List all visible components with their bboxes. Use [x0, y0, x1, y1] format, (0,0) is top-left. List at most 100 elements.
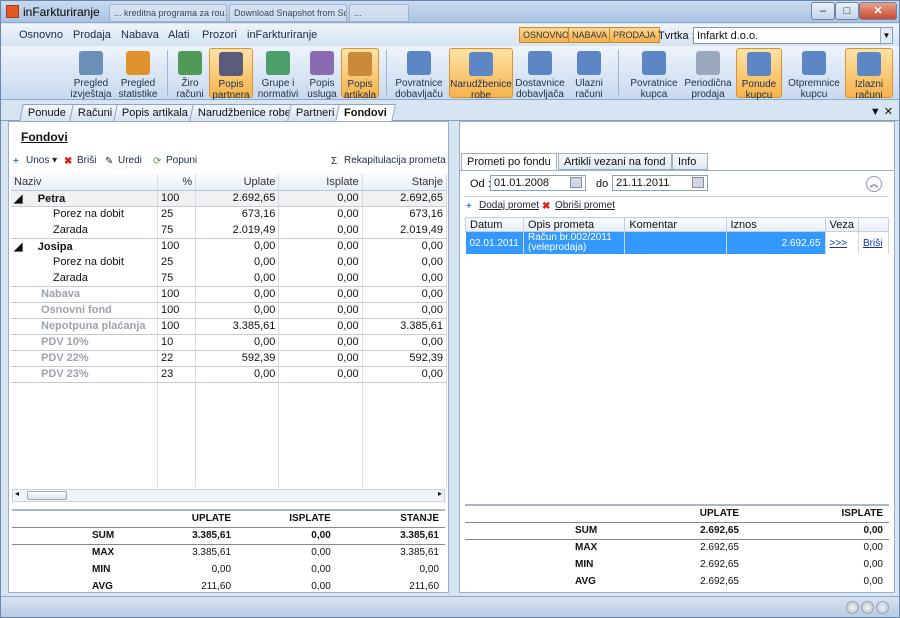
menu-alati[interactable]: Alati — [168, 29, 189, 41]
tab-ponude[interactable]: Ponude — [19, 104, 75, 121]
pregled-statistike-button[interactable]: Pregled statistike — [115, 48, 161, 100]
ulazni-racuni-button[interactable]: Ulazni računi — [569, 48, 609, 100]
ribbon-separator — [618, 50, 619, 96]
ponude-kupcu-button[interactable]: Ponude kupcu — [736, 48, 782, 101]
brisi-link[interactable]: Briši — [858, 231, 889, 254]
mode-nabava-button[interactable]: NABAVA — [568, 27, 612, 43]
collapse-icon[interactable]: ◢ — [14, 193, 22, 205]
summary-row: AVG 2.692,65 0,00 — [575, 576, 883, 587]
summary-row: SUM 3.385,61 0,00 3.385,61 — [12, 527, 445, 544]
tab-prometi-po-fondu[interactable]: Prometi po fondu — [461, 153, 557, 171]
tab-narudzbenice-robe[interactable]: Narudžbenice robe — [189, 104, 300, 121]
ziro-racuni-button[interactable]: Žiro računi — [173, 48, 207, 100]
table-row[interactable]: 02.01.2011 Račun br.002/2011 (veleprodaja… — [465, 231, 889, 254]
table-row[interactable]: Nepotpuna plaćanja 100 3.385,61 0,00 3.385,6… — [11, 318, 448, 335]
tab-popis-artikala[interactable]: Popis artikala — [113, 104, 197, 121]
chevron-down-icon[interactable]: ▼ — [870, 106, 881, 118]
background-window-tab[interactable]: ... — [349, 4, 409, 22]
veza-link[interactable]: >>> — [825, 231, 860, 254]
povratnice-kupca-button[interactable]: Povratnice kupca — [626, 48, 682, 100]
narudzbenice-robe-button[interactable]: Narudžbenice robe — [449, 48, 513, 101]
arrow-right-icon[interactable]: ▸ — [438, 489, 442, 498]
table-row[interactable]: Nabava 100 0,00 0,00 0,00 — [11, 286, 448, 303]
status-indicator-icon — [861, 601, 874, 614]
prometi-summary-table: UPLATE ISPLATE SUM 2.692,65 0,00 MAX 2.692,6… — [465, 504, 889, 590]
menu-prodaja[interactable]: Prodaja — [73, 29, 111, 41]
col-opis-prometa[interactable]: Opis prometa — [522, 217, 626, 232]
od-date-input[interactable]: 01.01.2008 — [490, 175, 586, 191]
col-naziv[interactable]: Naziv — [11, 174, 158, 191]
col-percent[interactable]: % — [157, 174, 197, 191]
grupe-normativi-button[interactable]: Grupe i normativi — [255, 48, 301, 100]
tab-info[interactable]: Info — [672, 153, 708, 170]
tab-controls[interactable]: ▼ ✕ — [870, 105, 893, 118]
col-iznos[interactable]: Iznos — [725, 217, 826, 232]
tab-artikli-vezani[interactable]: Artikli vezani na fond — [558, 153, 672, 170]
table-row[interactable]: ◢ Josipa 100 0,00 0,00 0,00 — [11, 238, 448, 254]
chevron-down-icon[interactable]: ▼ — [880, 28, 892, 43]
popis-usluga-button[interactable]: Popis usluga — [304, 48, 340, 100]
popuni-button[interactable]: ⟳ Popuni — [153, 155, 197, 167]
popis-artikala-button[interactable]: Popis artikala — [341, 48, 379, 101]
table-row[interactable]: PDV 10% 10 0,00 0,00 0,00 — [11, 334, 448, 351]
izlazni-racuni-button[interactable]: Izlazni računi — [845, 48, 893, 101]
dodaj-promet-button[interactable]: + Dodaj promet — [466, 200, 539, 212]
col-veza[interactable]: Veza — [824, 217, 860, 232]
col-uplate[interactable]: Uplate — [195, 174, 280, 191]
col-datum[interactable]: Datum — [465, 217, 524, 232]
arrow-left-icon[interactable]: ◂ — [15, 489, 19, 498]
title-bar[interactable]: inFarkturiranje ... kreditna programa za… — [1, 1, 899, 23]
scrollbar-thumb[interactable] — [27, 491, 67, 500]
pregled-izvjestaja-button[interactable]: Pregled izvještaja — [67, 48, 115, 100]
menu-infarkturiranje[interactable]: inFarkturiranje — [247, 29, 317, 41]
horizontal-scrollbar[interactable]: ◂ ▸ — [12, 489, 445, 502]
table-row[interactable]: Zarada 75 2.019,49 0,00 2.019,49 — [11, 222, 448, 239]
brisi-button[interactable]: ✖ Briši — [64, 155, 96, 167]
uredi-button[interactable]: ✎ Uredi — [105, 155, 142, 167]
collapse-icon[interactable]: ◢ — [14, 241, 22, 253]
table-filler — [11, 382, 448, 487]
popis-partnera-button[interactable]: Popis partnera — [209, 48, 253, 101]
collapse-up-icon[interactable]: ︽ — [866, 176, 882, 192]
calendar-icon[interactable] — [570, 177, 582, 188]
truck-icon — [577, 51, 601, 75]
close-icon[interactable]: ✕ — [884, 106, 893, 118]
table-row[interactable]: PDV 23% 23 0,00 0,00 0,00 — [11, 366, 448, 383]
table-row[interactable]: Porez na dobit 25 0,00 0,00 0,00 — [11, 254, 448, 270]
rekapitulacija-button[interactable]: Σ Rekapitulacija prometa — [331, 155, 446, 167]
minimize-button[interactable]: – — [811, 2, 835, 20]
table-row[interactable]: PDV 22% 22 592,39 0,00 592,39 — [11, 350, 448, 367]
table-row[interactable]: Porez na dobit 25 673,16 0,00 673,16 — [11, 206, 448, 222]
do-label: do — [596, 178, 609, 190]
ribbon-separator — [386, 50, 387, 96]
summary-row: MAX 2.692,65 0,00 — [575, 542, 883, 554]
col-stanje[interactable]: Stanje — [362, 174, 448, 191]
do-date-input[interactable]: 21.11.2011 — [612, 175, 708, 191]
menu-bar: Osnovno Prodaja Nabava Alati Prozori inF… — [1, 24, 899, 46]
tab-fondovi[interactable]: Fondovi — [335, 104, 396, 122]
mode-prodaja-button[interactable]: PRODAJA — [609, 27, 660, 43]
table-row[interactable]: ◢ Petra 100 2.692,65 0,00 2.692,65 — [11, 190, 448, 207]
unos-button[interactable]: + Unos ▾ — [13, 155, 57, 167]
menu-prozori[interactable]: Prozori — [202, 29, 237, 41]
calendar-icon[interactable] — [692, 177, 704, 188]
table-row[interactable]: Osnovni fond 100 0,00 0,00 0,00 — [11, 302, 448, 319]
col-isplate[interactable]: Isplate — [278, 174, 363, 191]
mode-osnovno-button[interactable]: OSNOVNO — [519, 27, 574, 43]
dostavnice-dobavljaca-button[interactable]: Dostavnice dobavljača — [514, 48, 566, 100]
menu-nabava[interactable]: Nabava — [121, 29, 159, 41]
col-komentar[interactable]: Komentar — [624, 217, 727, 232]
menu-osnovno[interactable]: Osnovno — [19, 29, 63, 41]
maximize-button[interactable]: □ — [835, 2, 859, 20]
status-indicator-icon — [846, 601, 859, 614]
background-window-tab[interactable]: Download Snapshot from Source... — [229, 4, 347, 22]
background-window-tab[interactable]: ... kreditna programa za rou... — [109, 4, 227, 22]
fondovi-table: Naziv % Uplate Isplate Stanje ◢ Petra 100… — [11, 174, 448, 487]
table-row[interactable]: Zarada 75 0,00 0,00 0,00 — [11, 270, 448, 287]
obrisi-promet-button[interactable]: ✖ Obriši promet — [542, 200, 615, 212]
tvrtka-select[interactable]: Infarkt d.o.o. ▼ — [693, 27, 893, 44]
otpremnice-kupcu-button[interactable]: Otpremnice kupcu — [785, 48, 843, 100]
close-button[interactable]: ✕ — [859, 2, 897, 20]
povratnice-dobavljacu-button[interactable]: Povratnice dobavljaču — [391, 48, 447, 100]
periodicna-prodaja-button[interactable]: Periodična prodaja — [684, 48, 732, 100]
